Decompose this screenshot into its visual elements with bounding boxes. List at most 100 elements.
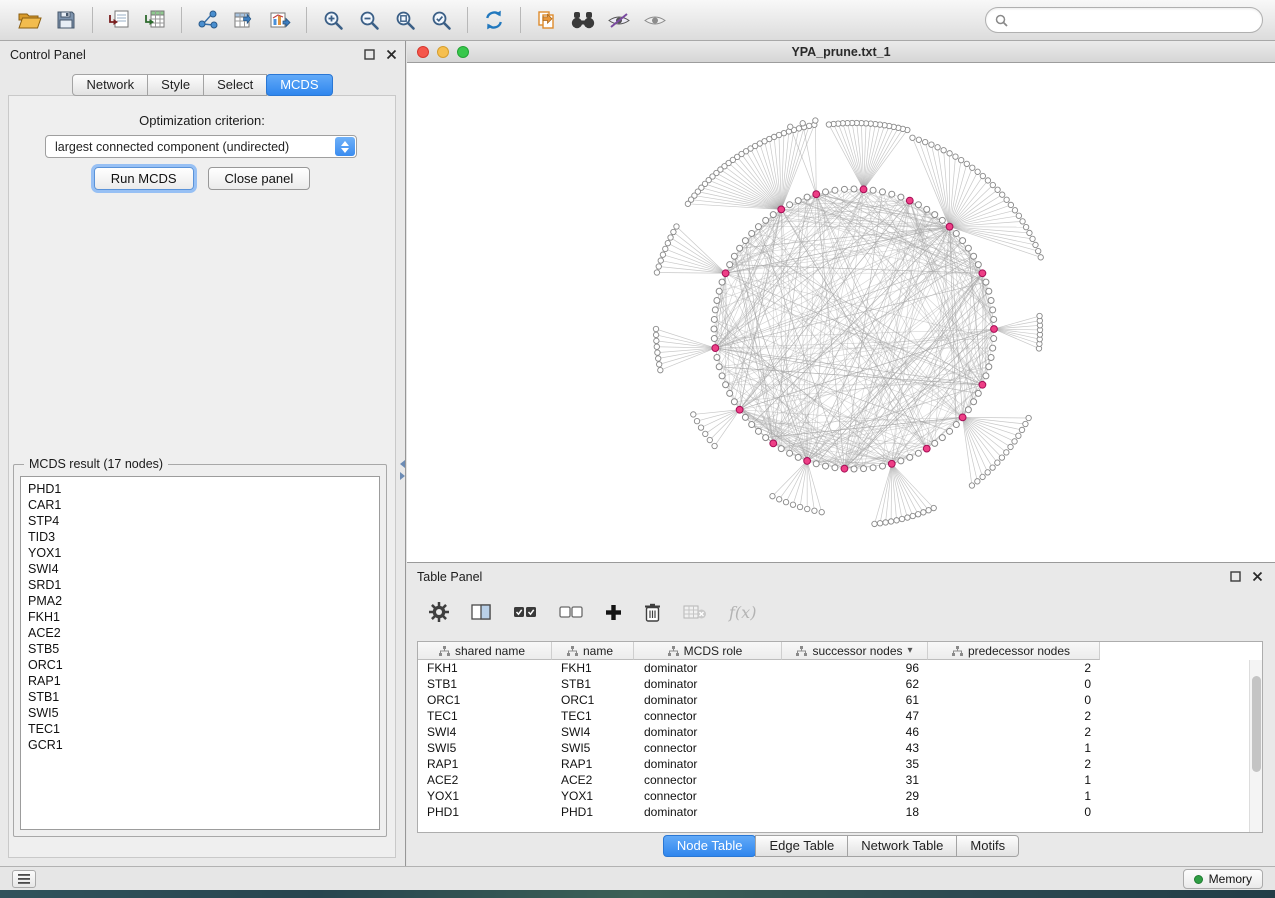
network-window-titlebar[interactable]: YPA_prune.txt_1 [407,41,1275,63]
clone-network-icon[interactable] [190,4,226,36]
select-all-button[interactable] [513,597,537,627]
mcds-result-item[interactable]: GCR1 [28,737,372,753]
panel-splitter[interactable] [399,453,406,487]
table-cell: PHD1 [418,804,552,820]
control-panel-float-button[interactable] [363,48,375,60]
tab-motifs[interactable]: Motifs [956,835,1019,857]
first-neighbors-icon[interactable] [565,4,601,36]
plus-icon [605,604,622,621]
tab-style[interactable]: Style [147,74,204,96]
mcds-result-item[interactable]: STB5 [28,641,372,657]
tab-edge-table[interactable]: Edge Table [755,835,848,857]
tab-network[interactable]: Network [72,74,148,96]
network-canvas[interactable] [407,63,1275,562]
table-row[interactable]: FKH1FKH1dominator962 [418,660,1262,676]
tab-select[interactable]: Select [203,74,267,96]
mcds-result-item[interactable]: TID3 [28,529,372,545]
table-row[interactable]: SWI5SWI5connector431 [418,740,1262,756]
float-icon [364,49,375,60]
tab-node-table[interactable]: Node Table [663,835,757,857]
mcds-result-item[interactable]: FKH1 [28,609,372,625]
table-row[interactable]: RAP1RAP1dominator352 [418,756,1262,772]
mcds-result-item[interactable]: YOX1 [28,545,372,561]
table-row[interactable]: STB1STB1dominator620 [418,676,1262,692]
mcds-result-item[interactable]: STB1 [28,689,372,705]
close-panel-button[interactable]: Close panel [208,167,311,190]
create-column-button[interactable] [605,597,622,627]
show-all-icon[interactable] [637,4,673,36]
tab-mcds[interactable]: MCDS [266,74,332,96]
network-graph[interactable] [407,63,1275,562]
table-settings-button[interactable] [429,597,449,627]
mcds-result-item[interactable]: PHD1 [28,481,372,497]
table-cell: connector [634,772,782,788]
table-cell: dominator [634,756,782,772]
run-mcds-button[interactable]: Run MCDS [94,167,194,190]
zoom-fit-icon[interactable] [387,4,423,36]
save-session-icon[interactable] [48,4,84,36]
mcds-result-item[interactable]: SWI4 [28,561,372,577]
export-image-icon[interactable] [262,4,298,36]
import-network-icon[interactable] [137,4,173,36]
table-cell: 1 [928,788,1100,804]
column-header-name[interactable]: name [552,642,634,660]
mcds-result-item[interactable]: RAP1 [28,673,372,689]
mcds-result-item[interactable]: PMA2 [28,593,372,609]
table-row[interactable]: YOX1YOX1connector291 [418,788,1262,804]
column-header-MCDS-role[interactable]: MCDS role [634,642,782,660]
mcds-result-item[interactable]: CAR1 [28,497,372,513]
mcds-result-title: MCDS result (17 nodes) [24,457,168,471]
refresh-view-icon[interactable] [476,4,512,36]
show-columns-button[interactable] [471,597,491,627]
table-row[interactable]: SWI4SWI4dominator462 [418,724,1262,740]
table-row[interactable]: PHD1PHD1dominator180 [418,804,1262,820]
mcds-result-item[interactable]: STP4 [28,513,372,529]
delete-column-button[interactable] [644,597,661,627]
column-type-icon [796,646,807,656]
table-scrollbar-thumb[interactable] [1252,676,1261,772]
open-session-icon[interactable] [12,4,48,36]
table-panel-close-button[interactable] [1251,570,1263,582]
table-cell: 46 [782,724,928,740]
hide-selected-icon[interactable] [601,4,637,36]
import-table-icon[interactable] [101,4,137,36]
task-history-button[interactable] [12,870,36,888]
table-scrollbar[interactable] [1249,660,1262,832]
copy-view-icon[interactable] [529,4,565,36]
table-cell-filler [1100,740,1262,756]
table-row[interactable]: ACE2ACE2connector311 [418,772,1262,788]
table-cell: 0 [928,676,1100,692]
column-header-shared-name[interactable]: shared name [418,642,552,660]
mcds-result-item[interactable]: SRD1 [28,577,372,593]
column-header-predecessor-nodes[interactable]: predecessor nodes [928,642,1100,660]
float-icon [1230,571,1241,582]
search-box[interactable] [985,7,1263,33]
mcds-result-list[interactable]: PHD1CAR1STP4TID3YOX1SWI4SRD1PMA2FKH1ACE2… [20,476,380,830]
mcds-result-item[interactable]: TEC1 [28,721,372,737]
expand-right-icon[interactable] [400,472,405,480]
mcds-result-item[interactable]: ACE2 [28,625,372,641]
table-cell: 0 [928,692,1100,708]
search-input[interactable] [1013,13,1253,27]
zoom-in-icon[interactable] [315,4,351,36]
table-row[interactable]: ORC1ORC1dominator610 [418,692,1262,708]
zoom-out-icon[interactable] [351,4,387,36]
memory-button[interactable]: Memory [1183,869,1263,889]
columns-icon [471,604,491,620]
table-panel-float-button[interactable] [1229,570,1241,582]
export-table-icon[interactable] [226,4,262,36]
magnifier-plus-icon [322,9,344,31]
column-header-successor-nodes[interactable]: successor nodes▾ [782,642,928,660]
table-row[interactable]: TEC1TEC1connector472 [418,708,1262,724]
criterion-select[interactable]: largest connected component (undirected) [45,135,357,158]
table-cell: YOX1 [418,788,552,804]
zoom-selected-icon[interactable] [423,4,459,36]
folder-icon [18,10,42,30]
table-cell: PHD1 [552,804,634,820]
deselect-all-button[interactable] [559,597,583,627]
mcds-result-item[interactable]: SWI5 [28,705,372,721]
tab-network-table[interactable]: Network Table [847,835,957,857]
mcds-result-item[interactable]: ORC1 [28,657,372,673]
collapse-left-icon[interactable] [400,460,405,468]
control-panel-close-button[interactable] [385,48,397,60]
